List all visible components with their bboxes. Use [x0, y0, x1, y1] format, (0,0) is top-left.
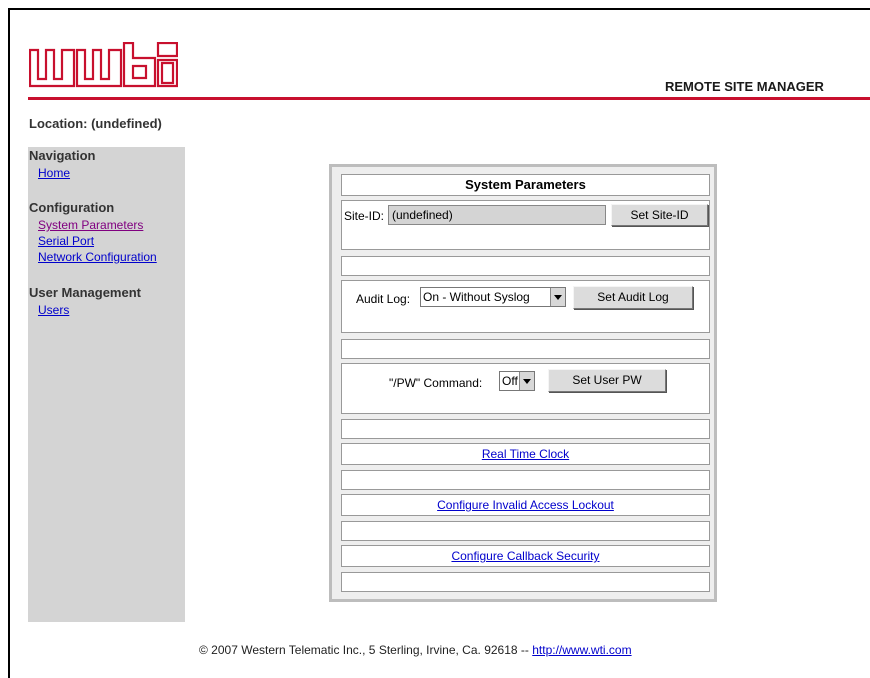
pw-command-selected-value: Off: [502, 374, 518, 388]
real-time-clock-link[interactable]: Real Time Clock: [342, 444, 709, 464]
chevron-down-icon: [550, 288, 565, 306]
pw-command-select[interactable]: Off: [499, 371, 535, 391]
spacer-row: [341, 521, 710, 541]
callback-security-link[interactable]: Configure Callback Security: [342, 546, 709, 566]
chevron-down-icon: [519, 372, 534, 390]
audit-log-label: Audit Log:: [356, 292, 411, 306]
set-user-pw-button[interactable]: Set User PW: [548, 369, 666, 392]
spacer-row: [341, 572, 710, 592]
sidebar-item-serial-port[interactable]: Serial Port: [38, 234, 94, 248]
spacer-row: [341, 470, 710, 490]
sidebar-item-home[interactable]: Home: [38, 166, 70, 180]
header-divider: [28, 97, 870, 100]
callback-security-row: Configure Callback Security: [341, 545, 710, 567]
sidebar-item-system-parameters[interactable]: System Parameters: [38, 218, 143, 232]
real-time-clock-row: Real Time Clock: [341, 443, 710, 465]
system-parameters-panel: System Parameters Site-ID: (undefined) S…: [329, 164, 717, 602]
sidebar-heading-configuration: Configuration: [29, 200, 115, 215]
site-id-row: Site-ID: (undefined) Set Site-ID: [341, 200, 710, 250]
panel-title: System Parameters: [465, 177, 586, 192]
pw-command-row: "/PW" Command: Off Set User PW: [341, 363, 710, 414]
invalid-access-lockout-link[interactable]: Configure Invalid Access Lockout: [342, 495, 709, 515]
footer-copyright: © 2007 Western Telematic Inc., 5 Sterlin…: [199, 643, 533, 657]
invalid-access-lockout-row: Configure Invalid Access Lockout: [341, 494, 710, 516]
wti-logo: [29, 42, 178, 88]
audit-log-selected-value: On - Without Syslog: [423, 290, 530, 304]
product-title: REMOTE SITE MANAGER: [665, 79, 824, 94]
sidebar-heading-user-management: User Management: [29, 285, 141, 300]
set-audit-log-button[interactable]: Set Audit Log: [573, 286, 693, 309]
pw-command-label: "/PW" Command:: [389, 376, 483, 390]
spacer-row: [341, 256, 710, 276]
site-id-label: Site-ID:: [344, 209, 385, 223]
footer-link[interactable]: http://www.wti.com: [532, 643, 631, 657]
set-site-id-button[interactable]: Set Site-ID: [611, 204, 708, 226]
sidebar-item-users[interactable]: Users: [38, 303, 69, 317]
panel-title-row: System Parameters: [341, 174, 710, 196]
spacer-row: [341, 339, 710, 359]
spacer-row: [341, 419, 710, 439]
sidebar-item-network-configuration[interactable]: Network Configuration: [38, 250, 157, 264]
sidebar: Navigation Home Configuration System Par…: [28, 147, 185, 622]
audit-log-row: Audit Log: On - Without Syslog Set Audit…: [341, 280, 710, 333]
location-label: Location: (undefined): [29, 116, 162, 131]
footer: © 2007 Western Telematic Inc., 5 Sterlin…: [199, 643, 632, 657]
sidebar-heading-navigation: Navigation: [29, 148, 96, 163]
site-id-input[interactable]: (undefined): [388, 205, 606, 225]
audit-log-select[interactable]: On - Without Syslog: [420, 287, 566, 307]
